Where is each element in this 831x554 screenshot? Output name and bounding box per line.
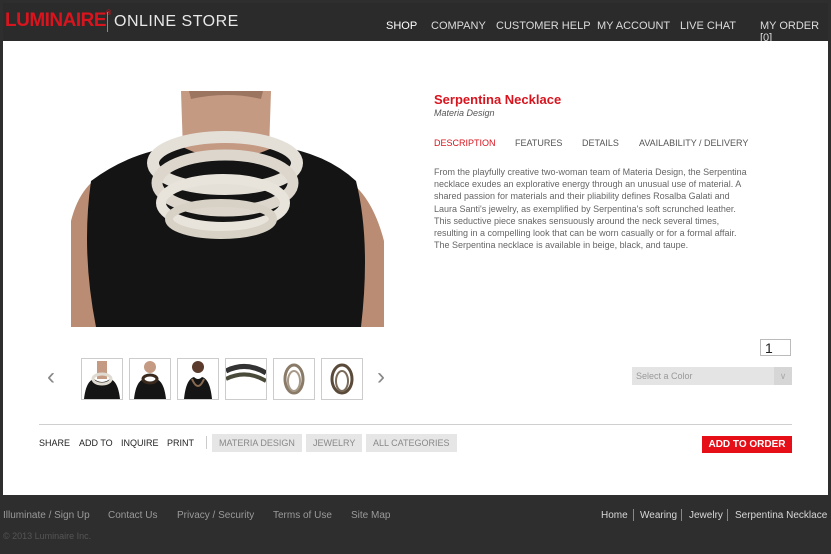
action-divider <box>206 436 207 449</box>
thumbnail[interactable] <box>129 358 171 400</box>
breadcrumb-separator <box>681 509 682 521</box>
print-link[interactable]: PRINT <box>167 438 194 448</box>
thumbnail[interactable] <box>273 358 315 400</box>
breadcrumb-home[interactable]: Home <box>601 510 628 521</box>
section-divider <box>39 424 792 425</box>
footer-link-site-map[interactable]: Site Map <box>351 510 390 521</box>
thumbnail[interactable] <box>321 358 363 400</box>
add-to-link[interactable]: ADD TO <box>79 438 113 448</box>
thumb-next-arrow-icon[interactable]: › <box>377 363 385 391</box>
tab-availability-delivery[interactable]: AVAILABILITY / DELIVERY <box>639 138 748 148</box>
footer-link-contact[interactable]: Contact Us <box>108 510 157 521</box>
breadcrumb-wearing[interactable]: Wearing <box>640 510 677 521</box>
footer-link-terms[interactable]: Terms of Use <box>273 510 332 521</box>
tag-jewelry[interactable]: JEWELRY <box>306 434 363 452</box>
page-frame: LUMINAIRE® ONLINE STORE SHOP COMPANY CUS… <box>0 0 831 554</box>
share-link[interactable]: SHARE <box>39 438 70 448</box>
copyright: © 2013 Luminaire Inc. <box>3 531 92 541</box>
breadcrumb-jewelry[interactable]: Jewelry <box>689 510 723 521</box>
nav-company[interactable]: COMPANY <box>431 20 486 32</box>
product-photo <box>71 91 384 327</box>
footer-link-privacy[interactable]: Privacy / Security <box>177 510 254 521</box>
tag-all-categories[interactable]: ALL CATEGORIES <box>366 434 457 452</box>
nav-shop[interactable]: SHOP <box>386 20 417 32</box>
thumbnail[interactable] <box>225 358 267 400</box>
store-name: ONLINE STORE <box>114 13 239 30</box>
tab-details[interactable]: DETAILS <box>582 138 619 148</box>
main-content: Serpentina Necklace Materia Design DESCR… <box>3 41 828 495</box>
thumbnail[interactable] <box>177 358 219 400</box>
breadcrumb-separator <box>633 509 634 521</box>
footer-link-sign-up[interactable]: Illuminate / Sign Up <box>3 510 90 521</box>
breadcrumb-separator <box>727 509 728 521</box>
nav-my-account[interactable]: MY ACCOUNT <box>597 20 670 32</box>
site-header: LUMINAIRE® ONLINE STORE SHOP COMPANY CUS… <box>3 3 828 44</box>
tag-materia-design[interactable]: MATERIA DESIGN <box>212 434 302 452</box>
tab-description[interactable]: DESCRIPTION <box>434 138 496 148</box>
add-to-order-button[interactable]: ADD TO ORDER <box>702 436 792 453</box>
product-designer[interactable]: Materia Design <box>434 108 495 118</box>
nav-live-chat[interactable]: LIVE CHAT <box>680 20 736 32</box>
nav-customer-help[interactable]: CUSTOMER HELP <box>496 20 591 32</box>
breadcrumb-serpentina[interactable]: Serpentina Necklace <box>735 510 827 521</box>
product-title: Serpentina Necklace <box>434 92 562 107</box>
product-description: From the playfully creative two-woman te… <box>434 167 747 251</box>
tab-features[interactable]: FEATURES <box>515 138 562 148</box>
thumb-prev-arrow-icon[interactable]: ‹ <box>47 363 55 391</box>
color-select[interactable]: Select a Color ∨ <box>632 367 792 385</box>
logo[interactable]: LUMINAIRE® <box>5 10 111 32</box>
logo-divider <box>107 12 108 32</box>
inquire-link[interactable]: INQUIRE <box>121 438 159 448</box>
chevron-down-icon: ∨ <box>774 367 792 385</box>
quantity-input[interactable]: 1 <box>760 339 791 356</box>
thumbnail[interactable] <box>81 358 123 400</box>
